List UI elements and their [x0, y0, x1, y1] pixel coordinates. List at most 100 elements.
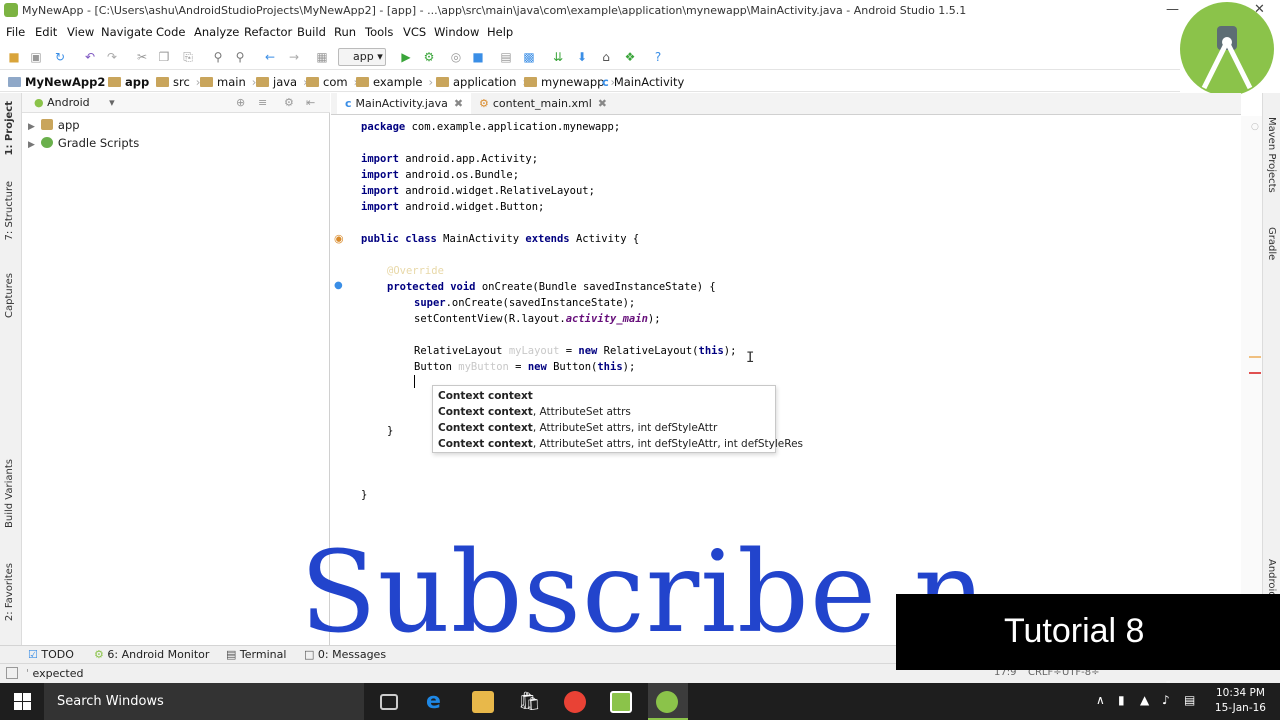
copy-icon[interactable]: ❐: [156, 49, 172, 65]
avd-manager-icon[interactable]: ▤: [498, 49, 514, 65]
redo-icon[interactable]: ↷: [104, 49, 120, 65]
breadcrumb-item-app[interactable]: app›: [108, 75, 160, 89]
tool-tab-favorites[interactable]: 2: Favorites: [4, 563, 15, 621]
breadcrumb-item-src[interactable]: src ›: [156, 75, 200, 89]
menu-analyze[interactable]: Analyze: [194, 25, 239, 39]
menu-run[interactable]: Run: [334, 25, 356, 39]
tool-tab-maven-projects[interactable]: Maven Projects: [1266, 117, 1277, 193]
save-icon[interactable]: ▣: [28, 49, 44, 65]
code-line-package: package com.example.application.mynewapp…: [361, 121, 621, 133]
tool-tab-android-monitor[interactable]: ⚙ 6: Android Monitor: [94, 648, 209, 661]
close-tab-icon[interactable]: ✖: [454, 97, 463, 110]
cut-icon[interactable]: ✂: [134, 49, 150, 65]
tree-item-app[interactable]: ▶ app: [28, 118, 80, 132]
sync-icon[interactable]: ↻: [52, 49, 68, 65]
chrome-icon[interactable]: [564, 691, 586, 713]
windows-start-icon[interactable]: [14, 693, 31, 710]
android-studio-icon: [4, 3, 18, 17]
android-monitor-icon[interactable]: ⌂: [598, 49, 614, 65]
menu-code[interactable]: Code: [156, 25, 185, 39]
breadcrumb-item-java[interactable]: java›: [256, 75, 308, 89]
taskbar-search-box[interactable]: Search Windows: [44, 683, 364, 720]
tool-tab-gradle[interactable]: Gradle: [1266, 227, 1277, 260]
tab-mainactivity-java[interactable]: c MainActivity.java ✖: [337, 93, 472, 114]
menu-edit[interactable]: Edit: [35, 25, 57, 39]
action-center-icon[interactable]: ▤: [1184, 693, 1195, 707]
editor-scrollbar[interactable]: ○: [1241, 116, 1262, 663]
minimize-button[interactable]: —: [1166, 2, 1179, 17]
back-icon[interactable]: ←: [262, 49, 278, 65]
paste-icon[interactable]: ⎘: [180, 49, 196, 65]
scroll-from-source-icon[interactable]: ⊕: [236, 96, 245, 109]
tool-tab-terminal[interactable]: ▤ Terminal: [226, 648, 286, 661]
breadcrumb-item-mainactivity[interactable]: c MainActivity: [602, 75, 684, 89]
find-icon[interactable]: ⚲: [210, 49, 226, 65]
breadcrumb-item-main[interactable]: main ›: [200, 75, 256, 89]
attach-debugger-icon[interactable]: ◎: [448, 49, 464, 65]
menu-help[interactable]: Help: [487, 25, 513, 39]
menu-window[interactable]: Window: [434, 25, 479, 39]
project-structure-icon[interactable]: ▩: [521, 49, 537, 65]
undo-icon[interactable]: ↶: [82, 49, 98, 65]
breadcrumb-item-com[interactable]: com›: [306, 75, 358, 89]
param-hint-row[interactable]: Context context, AttributeSet attrs, int…: [438, 422, 717, 434]
run-icon[interactable]: ▶: [398, 49, 414, 65]
change-marker[interactable]: [1249, 356, 1261, 358]
collapse-all-icon[interactable]: ≡: [258, 96, 267, 109]
code-line-relativelayout: RelativeLayout myLayout = new RelativeLa…: [414, 345, 737, 357]
menu-refactor[interactable]: Refactor: [244, 25, 292, 39]
breadcrumb-item-example[interactable]: example ›: [356, 75, 433, 89]
menu-view[interactable]: View: [67, 25, 94, 39]
implements-marker-icon[interactable]: ◉: [334, 232, 344, 245]
inspection-status-icon[interactable]: ○: [1251, 122, 1259, 132]
menu-vcs[interactable]: VCS: [403, 25, 426, 39]
stop-icon[interactable]: ■: [470, 49, 486, 65]
tool-tab-captures[interactable]: Captures: [4, 273, 15, 318]
volume-icon[interactable]: ♪: [1162, 693, 1170, 707]
menu-file[interactable]: File: [6, 25, 25, 39]
menu-build[interactable]: Build: [297, 25, 326, 39]
forward-icon[interactable]: →: [286, 49, 302, 65]
tool-windows-toggle-icon[interactable]: [6, 667, 18, 679]
param-hint-row[interactable]: Context context, AttributeSet attrs: [438, 406, 631, 418]
param-hint-row[interactable]: Context context, AttributeSet attrs, int…: [438, 438, 803, 450]
override-marker-icon[interactable]: ●: [334, 280, 343, 291]
file-explorer-icon[interactable]: [472, 691, 494, 713]
run-config-select[interactable]: app ▾: [338, 48, 386, 66]
tray-chevron-icon[interactable]: ∧: [1096, 693, 1105, 707]
tool-tab-build-variants[interactable]: Build Variants: [4, 459, 15, 528]
debug-icon[interactable]: ⚙: [421, 49, 437, 65]
menu-tools[interactable]: Tools: [365, 25, 393, 39]
network-icon[interactable]: ▲: [1140, 693, 1149, 707]
tab-content-main-xml[interactable]: ⚙ content_main.xml ✖: [471, 93, 615, 114]
tree-item-gradle-scripts[interactable]: ▶ Gradle Scripts: [28, 136, 139, 150]
error-marker[interactable]: [1249, 372, 1261, 374]
editor-app-icon[interactable]: [610, 691, 632, 713]
tool-tab-project[interactable]: 1: Project: [4, 101, 15, 156]
tool-tab-todo[interactable]: ☑ TODO: [28, 648, 74, 661]
breadcrumb-item-application[interactable]: application›: [436, 75, 527, 89]
menu-navigate[interactable]: Navigate: [101, 25, 153, 39]
breadcrumb-item-mynewapp2[interactable]: MyNewApp2›: [8, 75, 116, 89]
android-icon: ●: [34, 96, 44, 109]
open-folder-icon[interactable]: ■: [6, 49, 22, 65]
gradle-sync-icon[interactable]: ⇊: [550, 49, 566, 65]
class-icon: c: [345, 97, 352, 110]
close-tab-icon[interactable]: ✖: [598, 97, 607, 110]
hide-panel-icon[interactable]: ⇤: [306, 96, 315, 109]
taskbar-clock[interactable]: 10:34 PM 15-Jan-16: [1215, 686, 1266, 716]
android-device-icon[interactable]: ❖: [622, 49, 638, 65]
make-project-icon[interactable]: ▦: [314, 49, 330, 65]
sdk-manager-icon[interactable]: ⬇: [574, 49, 590, 65]
edge-browser-icon[interactable]: e: [426, 691, 448, 713]
task-view-icon[interactable]: [380, 694, 398, 710]
code-line-button: Button myButton = new Button(this);: [414, 361, 636, 373]
tool-tab-structure[interactable]: 7: Structure: [4, 181, 15, 240]
battery-icon[interactable]: ▮: [1118, 693, 1125, 707]
replace-icon[interactable]: ⚲: [232, 49, 248, 65]
help-icon[interactable]: ?: [650, 49, 666, 65]
store-icon[interactable]: 🛍: [518, 691, 541, 713]
settings-gear-icon[interactable]: ⚙: [284, 96, 294, 109]
param-hint-row[interactable]: Context context: [438, 390, 533, 402]
project-view-select[interactable]: ● Android ▾: [34, 96, 115, 109]
